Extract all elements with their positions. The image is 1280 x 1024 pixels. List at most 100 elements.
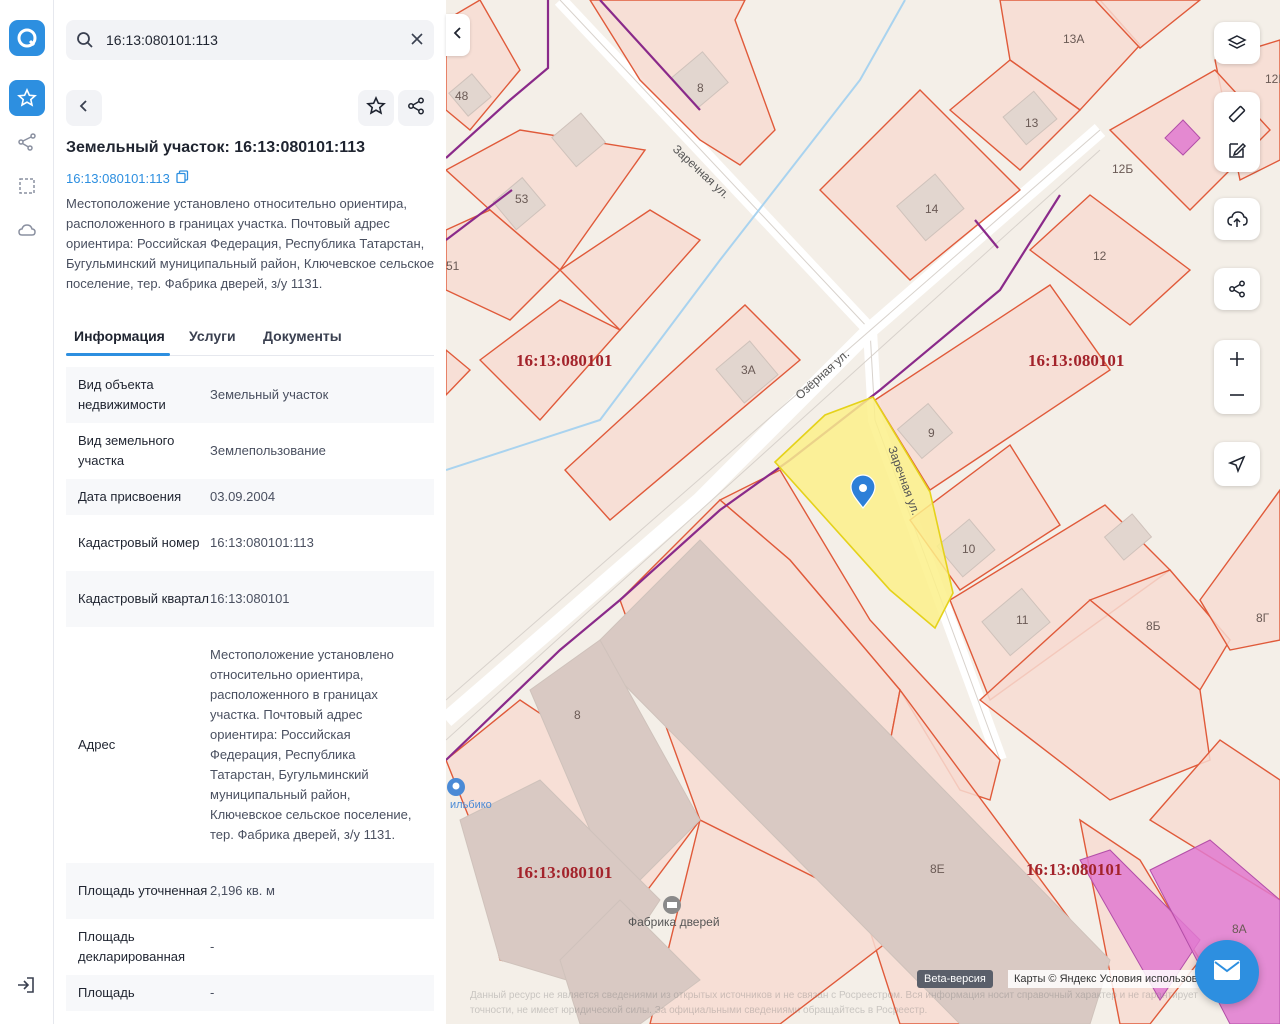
- cloud-icon[interactable]: [9, 212, 45, 248]
- house-number: 14: [925, 202, 939, 216]
- app-logo-icon[interactable]: [9, 20, 45, 56]
- logout-icon[interactable]: [15, 974, 37, 1001]
- route-nodes-icon[interactable]: [9, 124, 45, 160]
- house-number: 13А: [1063, 32, 1084, 46]
- info-row: Адрес Местоположение установлено относите…: [66, 627, 434, 863]
- quarter-label: 16:13:080101: [516, 863, 612, 882]
- info-key: Вид земельного участка: [78, 433, 175, 468]
- info-row: Площадь -: [66, 975, 434, 1011]
- house-number: 11: [1016, 613, 1029, 627]
- house-number: 8: [697, 81, 704, 95]
- active-tab-indicator: [66, 353, 170, 356]
- info-value: -: [210, 939, 215, 954]
- info-value: 2,196 кв. м: [210, 883, 275, 898]
- back-button[interactable]: [66, 90, 102, 126]
- info-value: 03.09.2004: [210, 489, 276, 504]
- info-key: Кадастровый квартал: [78, 591, 209, 606]
- share-button[interactable]: [398, 90, 434, 126]
- house-number: 10: [962, 542, 976, 556]
- object-description: Местоположение установлено относительно …: [66, 196, 435, 291]
- copy-icon[interactable]: [176, 170, 189, 186]
- beta-badge: Beta-версия: [917, 970, 993, 988]
- search-input[interactable]: 16:13:080101:113: [106, 32, 218, 48]
- tab-services[interactable]: Услуги: [189, 328, 236, 344]
- object-panel: 16:13:080101:113 Земельный участок: 16:1…: [54, 0, 446, 1024]
- info-value: Земельный участок: [210, 387, 329, 402]
- poi-label: ильбико: [450, 799, 492, 811]
- house-number: 12Е: [1265, 72, 1280, 86]
- quarter-label: 16:13:080101: [1028, 351, 1124, 370]
- edit-icon[interactable]: [1214, 132, 1260, 168]
- house-number: 12Б: [1112, 162, 1133, 176]
- info-row: Дата присвоения 03.09.2004: [66, 479, 434, 515]
- house-number: 8Е: [930, 862, 945, 876]
- star-icon: [366, 95, 386, 121]
- quarter-label: 16:13:080101: [516, 351, 612, 370]
- favorites-star-icon[interactable]: [9, 80, 45, 116]
- info-table: Вид объекта недвижимости Земельный участо…: [66, 367, 434, 1011]
- house-number: 51: [446, 259, 460, 273]
- tab-information[interactable]: Информация: [74, 328, 165, 344]
- info-row: Площадь декларированная -: [66, 919, 434, 975]
- factory-poi-icon[interactable]: [663, 896, 681, 914]
- layers-icon[interactable]: [1214, 22, 1260, 64]
- house-number: 9: [928, 426, 935, 440]
- cadastral-map[interactable]: 16:13:080101 16:13:080101 16:13:080101 1…: [446, 0, 1280, 1024]
- share-icon[interactable]: [1214, 268, 1260, 310]
- info-row: Вид земельного участка Землепользование: [66, 423, 434, 479]
- info-value: 16:13:080101:113: [210, 535, 314, 550]
- left-rail: [0, 0, 54, 1024]
- info-row: Площадь уточненная 2,196 кв. м: [66, 863, 434, 919]
- info-value: Землепользование: [210, 443, 326, 458]
- house-number: 48: [455, 89, 469, 103]
- house-number: 8Б: [1146, 619, 1161, 633]
- zoom-out-icon[interactable]: [1214, 377, 1260, 413]
- cadastral-link-text[interactable]: 16:13:080101:113: [66, 171, 170, 186]
- info-key: Площадь декларированная: [78, 929, 186, 964]
- map-attribution[interactable]: Карты © Яндекс Условия использования: [1008, 970, 1208, 988]
- add-favorite-button[interactable]: [358, 90, 394, 126]
- mail-icon: [1213, 959, 1241, 986]
- info-key: Адрес: [78, 737, 116, 752]
- ruler-icon[interactable]: [1214, 96, 1260, 132]
- info-key: Вид объекта недвижимости: [78, 377, 166, 412]
- feedback-mail-button[interactable]: [1195, 940, 1259, 1004]
- info-value: 16:13:080101: [210, 591, 290, 606]
- house-number: 3А: [741, 363, 756, 377]
- search-bar[interactable]: 16:13:080101:113: [66, 20, 434, 60]
- info-key: Площадь уточненная: [78, 883, 208, 898]
- poi-label: Фабрика дверей: [628, 915, 720, 929]
- map-canvas[interactable]: 16:13:080101 16:13:080101 16:13:080101 1…: [446, 0, 1280, 1024]
- collapse-panel-button[interactable]: [446, 14, 470, 56]
- cloud-upload-icon[interactable]: [1214, 198, 1260, 240]
- poi-icon[interactable]: [447, 778, 465, 796]
- layers-control[interactable]: [1214, 22, 1260, 64]
- search-icon: [76, 31, 94, 54]
- share-map-control[interactable]: [1214, 268, 1260, 310]
- geolocate-control[interactable]: [1214, 442, 1260, 486]
- zoom-control: [1214, 340, 1260, 414]
- cadastral-link[interactable]: 16:13:080101:113: [66, 170, 189, 186]
- house-number: 8: [574, 708, 581, 722]
- select-area-icon[interactable]: [9, 168, 45, 204]
- info-row: Вид объекта недвижимости Земельный участо…: [66, 367, 434, 423]
- info-row: Кадастровый номер 16:13:080101:113: [66, 515, 434, 571]
- navigation-arrow-icon[interactable]: [1214, 442, 1260, 486]
- info-value: Местоположение установлено относительно …: [210, 647, 412, 842]
- map-disclaimer: Данный ресурс не является сведениями из …: [470, 990, 1198, 1016]
- tab-documents[interactable]: Документы: [263, 328, 342, 344]
- zoom-in-icon[interactable]: [1214, 341, 1260, 377]
- quarter-label: 16:13:080101: [1026, 860, 1122, 879]
- share-icon: [407, 97, 425, 120]
- object-title: Земельный участок: 16:13:080101:113: [66, 139, 365, 156]
- house-number: 13: [1025, 116, 1039, 130]
- house-number: 53: [515, 192, 529, 206]
- info-value: -: [210, 985, 215, 1000]
- house-number: 8А: [1232, 922, 1247, 936]
- clear-search-icon[interactable]: [410, 32, 424, 51]
- info-row: Кадастровый квартал 16:13:080101: [66, 571, 434, 627]
- upload-control[interactable]: [1214, 198, 1260, 240]
- tools-control: [1214, 92, 1260, 172]
- info-key: Кадастровый номер: [78, 535, 200, 550]
- house-number: 12: [1093, 249, 1107, 263]
